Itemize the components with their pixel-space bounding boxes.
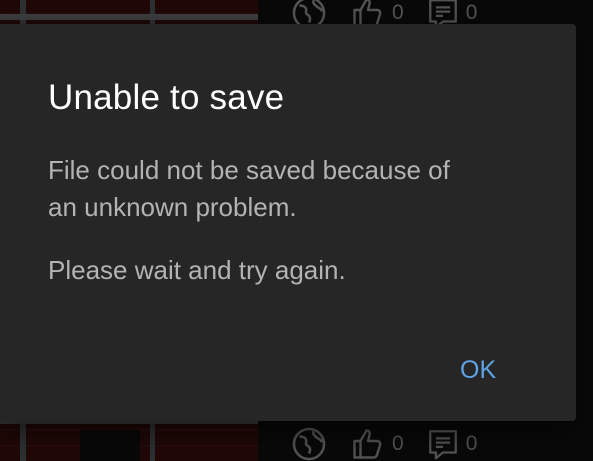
error-dialog: Unable to save File could not be saved b… xyxy=(0,24,576,421)
screen: 0 0 0 0 Unable to save File could not be… xyxy=(0,0,593,461)
retry-hint: Please wait and try again. xyxy=(48,255,346,285)
error-description-line-2: an unknown problem. xyxy=(48,192,297,222)
dialog-message: File could not be saved because of an un… xyxy=(48,152,518,289)
error-description-line-1: File could not be saved because of xyxy=(48,155,450,185)
error-description: File could not be saved because of an un… xyxy=(48,152,518,226)
ok-button[interactable]: OK xyxy=(448,350,528,390)
dialog-title: Unable to save xyxy=(48,78,285,117)
